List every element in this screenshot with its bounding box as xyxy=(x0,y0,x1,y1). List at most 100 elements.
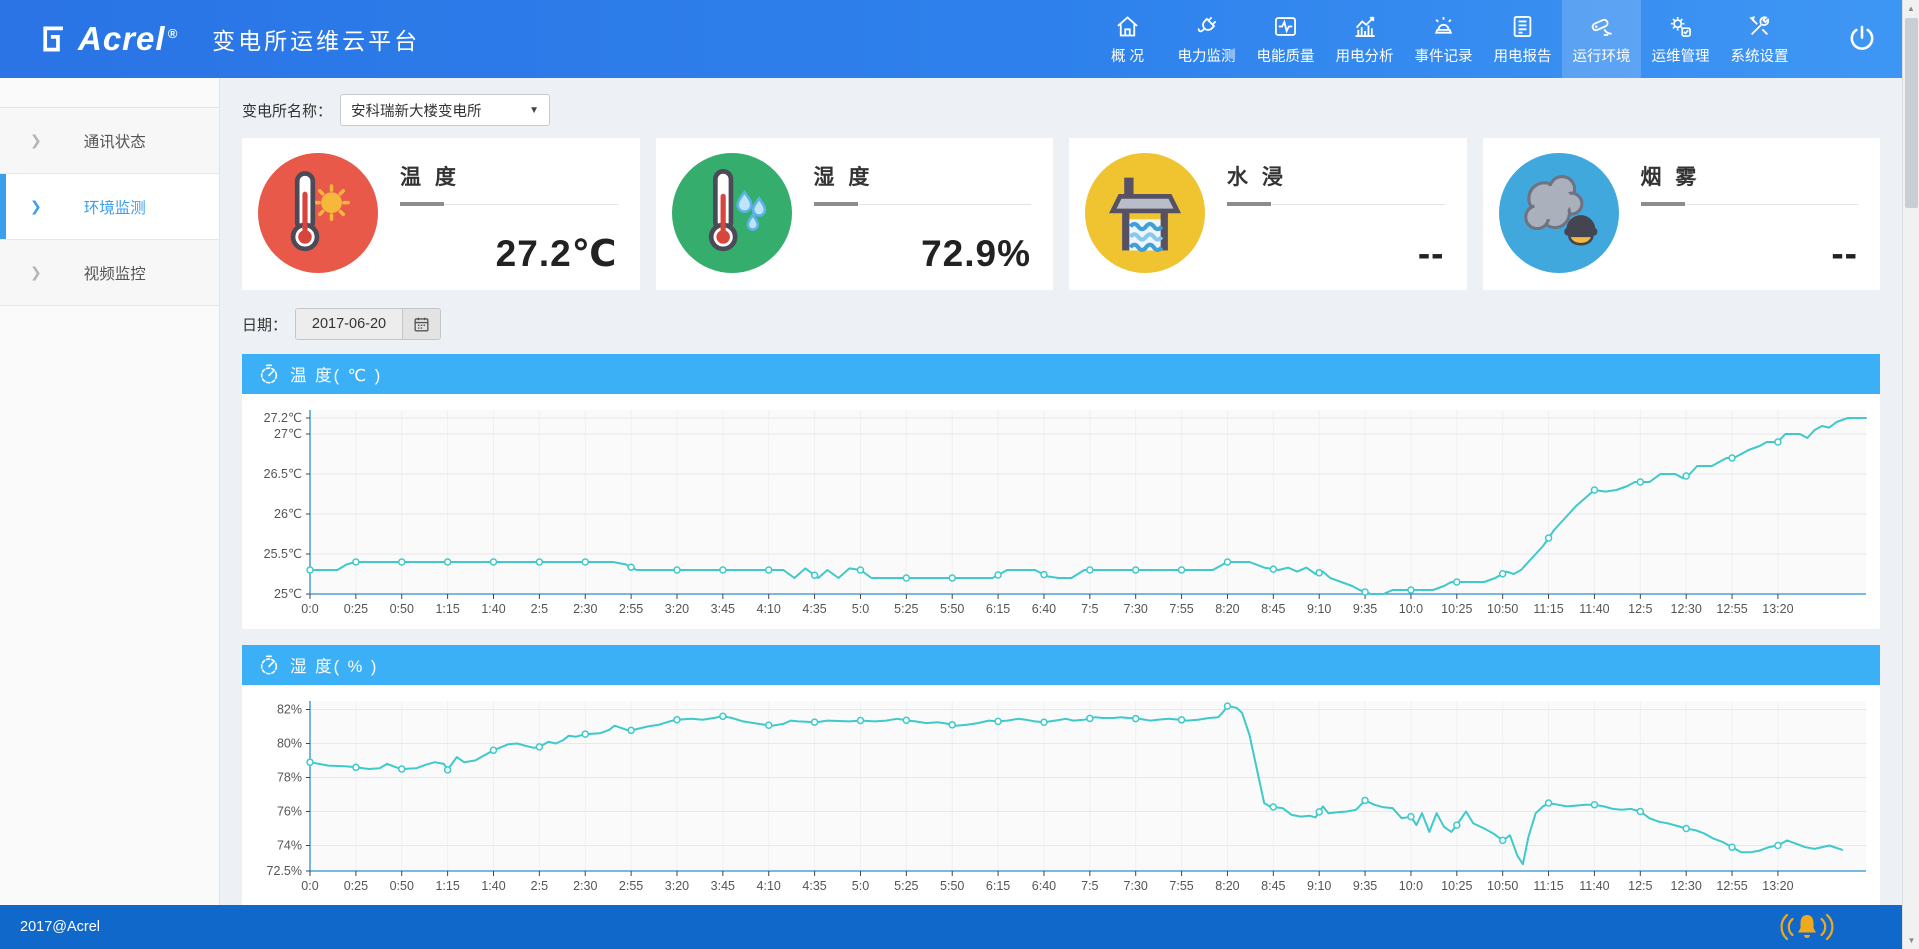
alarm-icon xyxy=(1434,16,1453,34)
svg-text:2:5: 2:5 xyxy=(531,879,548,893)
svg-text:9:10: 9:10 xyxy=(1307,879,1331,893)
svg-text:6:15: 6:15 xyxy=(986,879,1010,893)
svg-text:12:5: 12:5 xyxy=(1628,879,1652,893)
scroll-up-arrow[interactable]: ▲ xyxy=(1903,0,1919,17)
svg-text:9:10: 9:10 xyxy=(1307,602,1331,616)
svg-text:11:40: 11:40 xyxy=(1579,879,1609,893)
thermometer-sun-icon xyxy=(290,171,350,252)
svg-text:4:35: 4:35 xyxy=(802,602,826,616)
svg-text:3:20: 3:20 xyxy=(665,602,689,616)
logout-power-button[interactable] xyxy=(1845,22,1879,56)
chevron-right-icon: ❯ xyxy=(30,198,42,214)
chevron-right-icon: ❯ xyxy=(30,132,42,148)
card-title: 温 度 xyxy=(400,166,460,189)
report-icon xyxy=(1513,15,1532,37)
nav-item-power-quality[interactable]: 电能质量 xyxy=(1246,0,1325,78)
svg-text:80%: 80% xyxy=(277,737,302,751)
svg-text:8:20: 8:20 xyxy=(1215,879,1239,893)
svg-text:12:5: 12:5 xyxy=(1628,602,1652,616)
power-icon xyxy=(1850,25,1874,50)
nav-item-environment[interactable]: 运行环境 xyxy=(1562,0,1641,78)
logo: Acrel ® 变电所运维云平台 xyxy=(0,20,420,58)
svg-text:0:0: 0:0 xyxy=(301,602,318,616)
svg-text:7:55: 7:55 xyxy=(1169,879,1193,893)
home-icon xyxy=(1117,15,1138,36)
date-label: 日期： xyxy=(242,316,288,334)
svg-text:5:50: 5:50 xyxy=(940,602,964,616)
humidity-chart: 72.5% 74% 76% 78% 80% 82% 0:0 0:25 0:50 1:15 1:40 2… xyxy=(267,701,1866,893)
svg-text:25.5℃: 25.5℃ xyxy=(264,547,302,561)
humidity-panel-header: 湿 度( % ) xyxy=(242,645,1880,685)
svg-text:27℃: 27℃ xyxy=(274,427,302,441)
station-select[interactable]: 安科瑞新大楼变电所 ▼ xyxy=(340,94,551,126)
sidebar-item-comm-status[interactable]: ❯ 通讯状态 xyxy=(0,108,219,174)
svg-text:3:45: 3:45 xyxy=(711,602,735,616)
vertical-scrollbar[interactable]: ▲ ▼ xyxy=(1902,0,1919,949)
humidity-circle xyxy=(671,153,792,273)
water-leak-value: -- xyxy=(1417,233,1445,274)
calendar-button[interactable] xyxy=(402,309,441,339)
temperature-chart: 25℃ 25.5℃ 26℃ 26.5℃ 27℃ 27.2℃ 0:0 0:25 0:50 1:15 1… xyxy=(264,410,1867,616)
svg-text:2:30: 2:30 xyxy=(573,879,597,893)
svg-text:8:45: 8:45 xyxy=(1261,879,1285,893)
scroll-down-arrow[interactable]: ▼ xyxy=(1903,932,1919,949)
sidebar-item-video-surveillance[interactable]: ❯ 视频监控 xyxy=(0,240,219,306)
dropdown-arrow-icon: ▼ xyxy=(529,104,540,116)
nav-item-system-settings[interactable]: 系统设置 xyxy=(1720,0,1799,78)
svg-text:8:45: 8:45 xyxy=(1261,602,1285,616)
svg-text:1:40: 1:40 xyxy=(481,602,505,616)
temperature-panel: 温 度( ℃ ) 25℃ 25.5℃ 26℃ 26.5℃ 27℃ 27.2℃ 0:0 0:25… xyxy=(242,354,1880,629)
svg-text:74%: 74% xyxy=(277,839,302,853)
svg-text:26℃: 26℃ xyxy=(274,507,302,521)
nav-item-power-monitoring[interactable]: 电力监测 xyxy=(1167,0,1246,78)
svg-text:9:35: 9:35 xyxy=(1353,879,1377,893)
svg-text:3:45: 3:45 xyxy=(711,879,735,893)
svg-text:0:0: 0:0 xyxy=(301,879,318,893)
sidebar: ❯ 通讯状态 ❯ 环境监测 ❯ 视频监控 xyxy=(0,78,220,905)
card-title: 烟 雾 xyxy=(1640,166,1701,189)
thermometer-drops-icon xyxy=(708,169,766,252)
svg-text:12:55: 12:55 xyxy=(1716,879,1747,893)
scrollbar-thumb[interactable] xyxy=(1905,18,1918,208)
svg-text:25℃: 25℃ xyxy=(274,587,302,601)
smoke-card: 烟 雾 -- xyxy=(1482,138,1880,290)
svg-text:1:15: 1:15 xyxy=(435,879,459,893)
station-selector-row: 变电所名称： 安科瑞新大楼变电所 ▼ xyxy=(242,94,1880,126)
nav-item-usage-report[interactable]: 用电报告 xyxy=(1483,0,1562,78)
title-underline xyxy=(1640,201,1858,206)
sidebar-spacer xyxy=(0,78,219,108)
svg-text:10:50: 10:50 xyxy=(1487,879,1518,893)
svg-text:10:0: 10:0 xyxy=(1399,879,1423,893)
nav-item-ops-management[interactable]: 运维管理 xyxy=(1641,0,1720,78)
svg-text:0:25: 0:25 xyxy=(344,879,368,893)
svg-text:10:25: 10:25 xyxy=(1441,602,1472,616)
svg-text:4:10: 4:10 xyxy=(757,879,781,893)
top-header: Acrel ® 变电所运维云平台 概 况 电力监测 电能质量 用电分析 事件记录 … xyxy=(0,0,1919,78)
svg-text:11:15: 11:15 xyxy=(1533,602,1563,616)
svg-text:82%: 82% xyxy=(277,703,302,717)
temperature-circle xyxy=(258,153,378,273)
svg-text:7:55: 7:55 xyxy=(1169,602,1193,616)
svg-text:7:5: 7:5 xyxy=(1081,879,1098,893)
date-input[interactable] xyxy=(296,309,403,339)
svg-text:72.5%: 72.5% xyxy=(267,864,302,878)
nav-item-overview[interactable]: 概 况 xyxy=(1088,0,1167,78)
nav-item-event-log[interactable]: 事件记录 xyxy=(1404,0,1483,78)
svg-text:1:15: 1:15 xyxy=(435,602,459,616)
gear-icon xyxy=(1670,16,1691,37)
svg-text:9:35: 9:35 xyxy=(1353,602,1377,616)
sidebar-item-env-monitoring[interactable]: ❯ 环境监测 xyxy=(0,174,219,240)
date-input-group xyxy=(295,308,442,340)
title-underline xyxy=(813,201,1031,206)
svg-text:5:0: 5:0 xyxy=(852,602,869,616)
svg-text:26.5℃: 26.5℃ xyxy=(264,467,302,481)
alarm-bell-icon[interactable] xyxy=(1780,909,1834,945)
svg-text:10:0: 10:0 xyxy=(1399,602,1423,616)
metric-cards: 温 度 27.2℃ 湿 度 72.9% 水 浸 -- 烟 雾 -- xyxy=(242,138,1880,290)
svg-text:2:55: 2:55 xyxy=(619,879,643,893)
nav-item-usage-analysis[interactable]: 用电分析 xyxy=(1325,0,1404,78)
main-content: 变电所名称： 安科瑞新大楼变电所 ▼ 温 度 27.2℃ 湿 度 72.9% 水… xyxy=(220,78,1902,905)
analysis-icon xyxy=(1355,16,1375,37)
humidity-value: 72.9% xyxy=(921,233,1031,274)
humidity-panel: 湿 度( % ) 72.5% 74% 76% 78% 80% 82% 0:0 0:25 0:50… xyxy=(242,645,1880,905)
